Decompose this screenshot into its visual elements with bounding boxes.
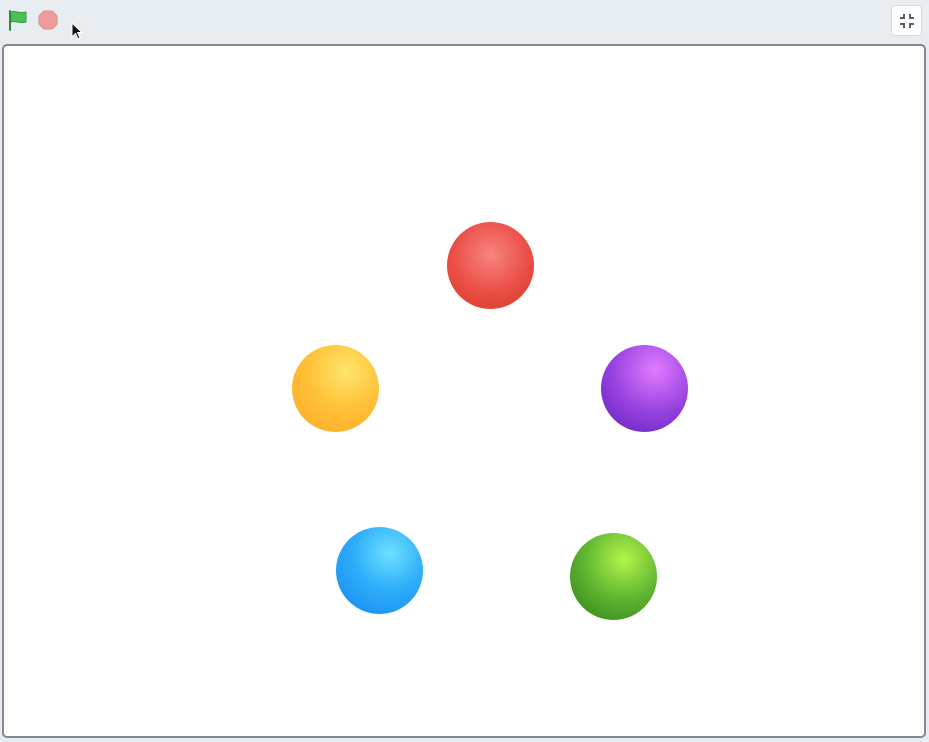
stage-toolbar xyxy=(0,0,929,42)
unfullscreen-icon xyxy=(900,14,914,28)
green-ball-sprite[interactable] xyxy=(570,533,657,620)
green-flag-icon[interactable] xyxy=(7,9,29,31)
purple-ball-sprite[interactable] xyxy=(601,345,688,432)
orange-ball-sprite[interactable] xyxy=(292,345,379,432)
stop-icon[interactable] xyxy=(37,9,59,31)
red-ball-sprite[interactable] xyxy=(447,222,534,309)
mouse-cursor-icon xyxy=(71,21,85,42)
unfullscreen-button[interactable] xyxy=(891,5,922,36)
blue-ball-sprite[interactable] xyxy=(336,527,423,614)
stage-canvas[interactable] xyxy=(2,44,926,738)
